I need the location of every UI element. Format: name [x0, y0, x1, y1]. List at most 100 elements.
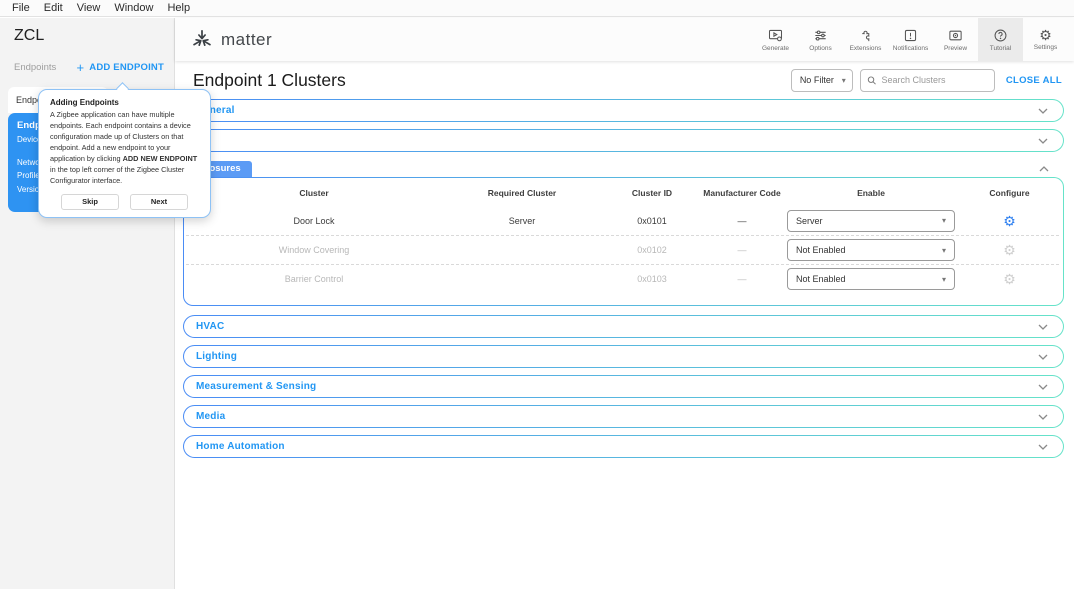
search-input[interactable]: [881, 75, 987, 85]
search-icon: [867, 75, 877, 86]
header-required-cluster: Required Cluster: [442, 188, 602, 198]
preview-button[interactable]: Preview: [933, 18, 978, 61]
cell-required: Server: [442, 216, 602, 226]
menu-edit[interactable]: Edit: [37, 2, 70, 14]
generate-icon: [768, 28, 783, 43]
page-title: Endpoint 1 Clusters: [193, 70, 784, 91]
cell-cluster: Door Lock: [186, 216, 442, 226]
generate-button[interactable]: Generate: [753, 18, 798, 61]
cell-id: 0x0101: [602, 216, 702, 226]
notifications-icon: [903, 28, 918, 43]
table-row-door-lock: Door Lock Server 0x0101 — Server ▾ ⚙: [186, 206, 1059, 235]
cluster-table-header: Cluster Required Cluster Cluster ID Manu…: [186, 180, 1059, 206]
cell-cluster: Barrier Control: [186, 274, 442, 284]
menu-help[interactable]: Help: [160, 2, 197, 14]
generate-label: Generate: [762, 45, 789, 52]
enable-dropdown[interactable]: Not Enabled ▾: [787, 268, 955, 290]
search-box[interactable]: [860, 69, 995, 92]
plus-icon: +: [76, 63, 84, 73]
add-endpoint-button[interactable]: + ADD ENDPOINT: [76, 62, 164, 73]
matter-logo: matter: [191, 29, 272, 51]
matter-logo-icon: [191, 29, 213, 51]
options-label: Options: [809, 45, 831, 52]
extensions-label: Extensions: [850, 45, 882, 52]
settings-label: Settings: [1034, 44, 1058, 51]
enable-dropdown[interactable]: Not Enabled ▾: [787, 239, 955, 261]
chevron-down-icon: ▾: [942, 246, 946, 255]
section-lighting[interactable]: Lighting: [183, 345, 1064, 368]
cluster-sections: General Closures Cluster Required Cluste…: [183, 99, 1064, 465]
section-media[interactable]: Media: [183, 405, 1064, 428]
section-hvac-label: HVAC: [196, 321, 224, 332]
closures-panel: Cluster Required Cluster Cluster ID Manu…: [183, 177, 1064, 306]
endpoints-label: Endpoints: [14, 62, 56, 73]
next-button[interactable]: Next: [130, 194, 188, 210]
filter-value: No Filter: [800, 75, 834, 85]
preview-label: Preview: [944, 45, 967, 52]
notifications-button[interactable]: Notifications: [888, 18, 933, 61]
filter-dropdown[interactable]: No Filter ▾: [791, 69, 853, 92]
chevron-down-icon: ▾: [842, 76, 846, 85]
table-row-window-covering: Window Covering 0x0102 — Not Enabled ▾ ⚙: [186, 235, 1059, 264]
section-media-label: Media: [196, 411, 225, 422]
section-lighting-label: Lighting: [196, 351, 237, 362]
enable-value: Not Enabled: [796, 274, 846, 284]
tutorial-icon: [993, 28, 1008, 43]
header-cluster-id: Cluster ID: [602, 188, 702, 198]
options-button[interactable]: Options: [798, 18, 843, 61]
section-closures: Closures Cluster Required Cluster Cluste…: [183, 159, 1064, 306]
section-measurement-sensing-label: Measurement & Sensing: [196, 381, 316, 392]
tutorial-label: Tutorial: [990, 45, 1011, 52]
enable-dropdown[interactable]: Server ▾: [787, 210, 955, 232]
chevron-down-icon: [1038, 138, 1048, 144]
header-manufacturer-code: Manufacturer Code: [702, 188, 782, 198]
settings-button[interactable]: ⚙ Settings: [1023, 18, 1068, 61]
main-content: Endpoint 1 Clusters No Filter ▾ CLOSE AL…: [175, 61, 1074, 589]
content-header: Endpoint 1 Clusters No Filter ▾ CLOSE AL…: [175, 61, 1074, 99]
enable-value: Server: [796, 216, 823, 226]
cell-mfg: —: [702, 216, 782, 226]
chevron-down-icon: [1038, 108, 1048, 114]
options-icon: [813, 28, 828, 43]
section-home-automation[interactable]: Home Automation: [183, 435, 1064, 458]
section-closures-header[interactable]: Closures: [183, 159, 1064, 177]
tooltip-body: A Zigbee application can have multiple e…: [50, 110, 199, 187]
settings-gear-icon: ⚙: [1039, 28, 1052, 42]
notifications-label: Notifications: [893, 45, 928, 52]
menu-window[interactable]: Window: [107, 2, 160, 14]
cell-id: 0x0103: [602, 274, 702, 284]
extensions-button[interactable]: Extensions: [843, 18, 888, 61]
menu-view[interactable]: View: [70, 2, 108, 14]
skip-button[interactable]: Skip: [61, 194, 119, 210]
section-measurement-sensing[interactable]: Measurement & Sensing: [183, 375, 1064, 398]
header-cluster: Cluster: [186, 188, 442, 198]
tooltip-title: Adding Endpoints: [50, 98, 199, 107]
app-title: ZCL: [14, 27, 44, 45]
section-hidden[interactable]: [183, 129, 1064, 152]
app-toolbar: matter Generate Options Extensions Notif…: [175, 18, 1074, 61]
close-all-button[interactable]: CLOSE ALL: [1006, 75, 1062, 86]
chevron-down-icon: [1038, 384, 1048, 390]
brand-wordmark: matter: [221, 30, 272, 50]
configure-gear-icon[interactable]: ⚙: [1003, 243, 1016, 257]
section-general[interactable]: General: [183, 99, 1064, 122]
chevron-down-icon: [1038, 444, 1048, 450]
chevron-up-icon[interactable]: [1039, 166, 1049, 172]
configure-gear-icon[interactable]: ⚙: [1003, 214, 1016, 228]
header-configure: Configure: [960, 188, 1059, 198]
cell-id: 0x0102: [602, 245, 702, 255]
endpoints-header: Endpoints + ADD ENDPOINT: [0, 62, 175, 73]
cell-mfg: —: [702, 274, 782, 284]
chevron-down-icon: [1038, 414, 1048, 420]
header-enable: Enable: [782, 188, 960, 198]
tutorial-tooltip: Adding Endpoints A Zigbee application ca…: [38, 89, 211, 218]
tutorial-button[interactable]: Tutorial: [978, 18, 1023, 61]
configure-gear-icon[interactable]: ⚙: [1003, 272, 1016, 286]
extensions-icon: [858, 28, 873, 43]
chevron-down-icon: [1038, 324, 1048, 330]
table-row-barrier-control: Barrier Control 0x0103 — Not Enabled ▾ ⚙: [186, 264, 1059, 293]
menu-file[interactable]: File: [5, 2, 37, 14]
menu-bar: File Edit View Window Help: [0, 0, 1074, 17]
section-hvac[interactable]: HVAC: [183, 315, 1064, 338]
add-endpoint-label: ADD ENDPOINT: [89, 62, 164, 73]
